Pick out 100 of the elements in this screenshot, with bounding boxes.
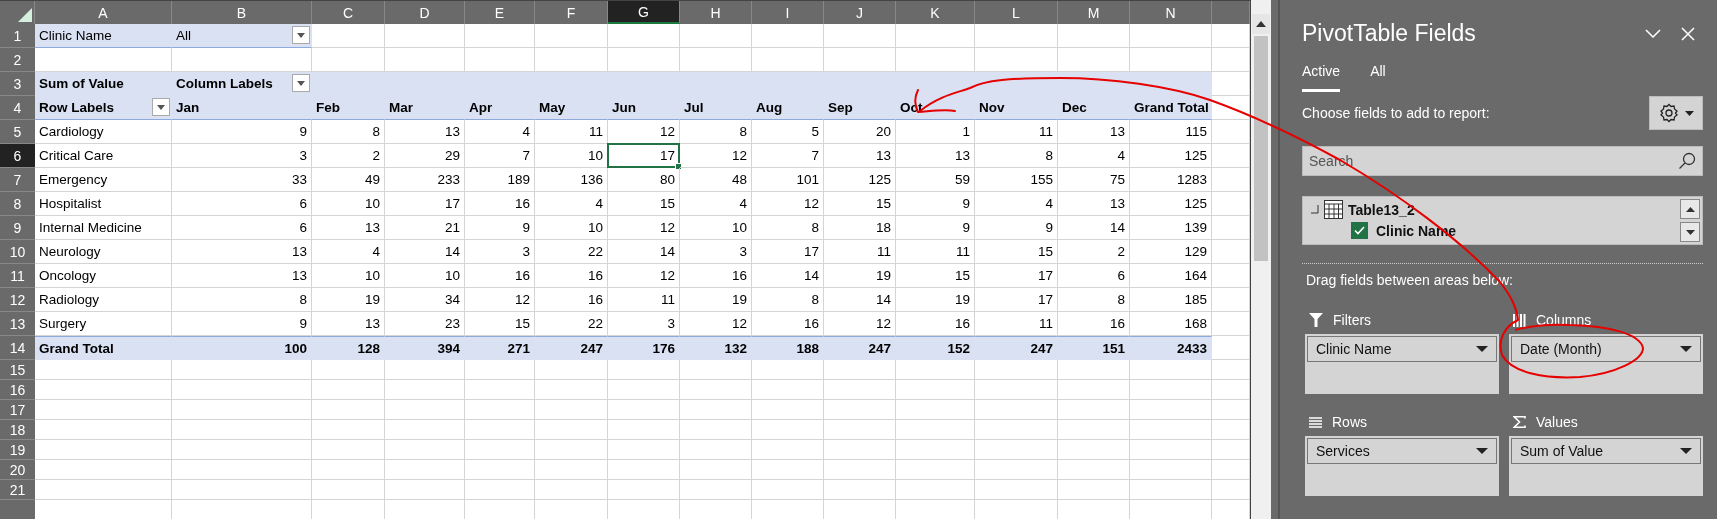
- table-cell: 14: [608, 240, 680, 264]
- table-cell: [752, 460, 824, 480]
- table-cell: 3: [680, 240, 752, 264]
- row-header[interactable]: 8: [0, 192, 35, 216]
- table-cell: [752, 380, 824, 400]
- total-cell: 188: [752, 336, 824, 360]
- table-cell: 185: [1130, 288, 1212, 312]
- table-cell: 13: [1058, 120, 1130, 144]
- table-cell: 9: [465, 216, 535, 240]
- rows-icon: [1309, 416, 1322, 428]
- table-cell: 15: [608, 192, 680, 216]
- field-chip[interactable]: Services: [1307, 438, 1497, 464]
- column-header[interactable]: L: [975, 1, 1058, 24]
- row-header[interactable]: 11: [0, 264, 35, 288]
- table-cell: [465, 400, 535, 420]
- table-cell: 17: [385, 192, 465, 216]
- scrollbar-thumb[interactable]: [1254, 36, 1268, 261]
- column-header[interactable]: N: [1130, 1, 1212, 24]
- field-chip[interactable]: Clinic Name: [1307, 336, 1497, 362]
- row-header[interactable]: 18: [0, 420, 35, 440]
- area-drop-zone[interactable]: Date (Month): [1509, 334, 1703, 394]
- table-cell: 11: [896, 240, 975, 264]
- row-header[interactable]: 2: [0, 48, 35, 72]
- table-cell: 59: [896, 168, 975, 192]
- table-cell: [680, 480, 752, 500]
- row-header[interactable]: 20: [0, 460, 35, 480]
- table-cell: [752, 360, 824, 380]
- row-header[interactable]: 5: [0, 120, 35, 144]
- table-cell: 16: [535, 288, 608, 312]
- row-header[interactable]: 12: [0, 288, 35, 312]
- caret-icon: [157, 104, 165, 110]
- area-drop-zone[interactable]: Sum of Value: [1509, 436, 1703, 496]
- table-cell: 13: [385, 120, 465, 144]
- column-header[interactable]: A: [35, 1, 172, 24]
- table-cell: 4: [1058, 144, 1130, 168]
- table-cell: [752, 420, 824, 440]
- scroll-down-button[interactable]: [1680, 222, 1700, 242]
- row-header[interactable]: 14: [0, 336, 35, 360]
- column-header[interactable]: E: [465, 1, 535, 24]
- table-cell: [752, 440, 824, 460]
- table-cell: 13: [172, 264, 312, 288]
- column-header[interactable]: F: [535, 1, 608, 24]
- field-chip[interactable]: Date (Month): [1511, 336, 1701, 362]
- table-cell: 3: [172, 144, 312, 168]
- table-cell: 10: [385, 264, 465, 288]
- area-drop-zone[interactable]: Services: [1305, 436, 1499, 496]
- tree-line-icon: [1311, 205, 1319, 214]
- table-cell: 8: [752, 288, 824, 312]
- table-cell: [608, 420, 680, 440]
- column-label: Jul: [680, 96, 752, 120]
- row-header[interactable]: 6: [0, 144, 35, 168]
- row-header[interactable]: 1: [0, 24, 35, 48]
- column-header[interactable]: K: [896, 1, 975, 24]
- column-header[interactable]: M: [1058, 1, 1130, 24]
- close-icon[interactable]: [1681, 26, 1695, 41]
- table-cell: 129: [1130, 240, 1212, 264]
- column-header[interactable]: C: [312, 1, 385, 24]
- column-header[interactable]: D: [385, 1, 465, 24]
- column-header[interactable]: G: [608, 1, 680, 24]
- row-header[interactable]: 21: [0, 480, 35, 500]
- settings-button[interactable]: [1649, 96, 1703, 130]
- dropdown-button[interactable]: [292, 74, 310, 92]
- row-header[interactable]: 3: [0, 72, 35, 96]
- scroll-up-button[interactable]: [1680, 199, 1700, 219]
- table-cell: 101: [752, 168, 824, 192]
- table-cell: 17: [975, 264, 1058, 288]
- caret-icon: [1684, 110, 1694, 116]
- checkbox[interactable]: [1351, 222, 1368, 239]
- column-header[interactable]: B: [172, 1, 312, 24]
- tab[interactable]: Active: [1302, 63, 1341, 92]
- column-header[interactable]: I: [752, 1, 824, 24]
- scroll-up-button[interactable]: [1252, 14, 1270, 34]
- row-header[interactable]: 13: [0, 312, 35, 336]
- dropdown-button[interactable]: [152, 98, 170, 116]
- column-header[interactable]: H: [680, 1, 752, 24]
- table-cell: [824, 380, 896, 400]
- row-header[interactable]: 16: [0, 380, 35, 400]
- select-all-button[interactable]: [0, 1, 35, 24]
- row-header[interactable]: 4: [0, 96, 35, 120]
- row-header[interactable]: 10: [0, 240, 35, 264]
- tab[interactable]: All: [1370, 63, 1386, 92]
- row-header[interactable]: 9: [0, 216, 35, 240]
- table-cell: 12: [608, 216, 680, 240]
- total-cell: 271: [465, 336, 535, 360]
- row-header[interactable]: 7: [0, 168, 35, 192]
- table-cell: 8: [975, 144, 1058, 168]
- table-name: Table13_2: [1348, 201, 1415, 218]
- row-header[interactable]: 19: [0, 440, 35, 460]
- row-header[interactable]: 15: [0, 360, 35, 380]
- table-cell: [680, 24, 752, 48]
- table-cell: [608, 400, 680, 420]
- chevron-down-icon[interactable]: [1645, 29, 1661, 38]
- table-cell: [680, 360, 752, 380]
- dropdown-button[interactable]: [292, 26, 310, 44]
- area-drop-zone[interactable]: Clinic Name: [1305, 334, 1499, 394]
- column-header[interactable]: J: [824, 1, 896, 24]
- row-header[interactable]: 17: [0, 400, 35, 420]
- table-cell: 1: [896, 120, 975, 144]
- table-cell: 1283: [1130, 168, 1212, 192]
- field-chip[interactable]: Sum of Value: [1511, 438, 1701, 464]
